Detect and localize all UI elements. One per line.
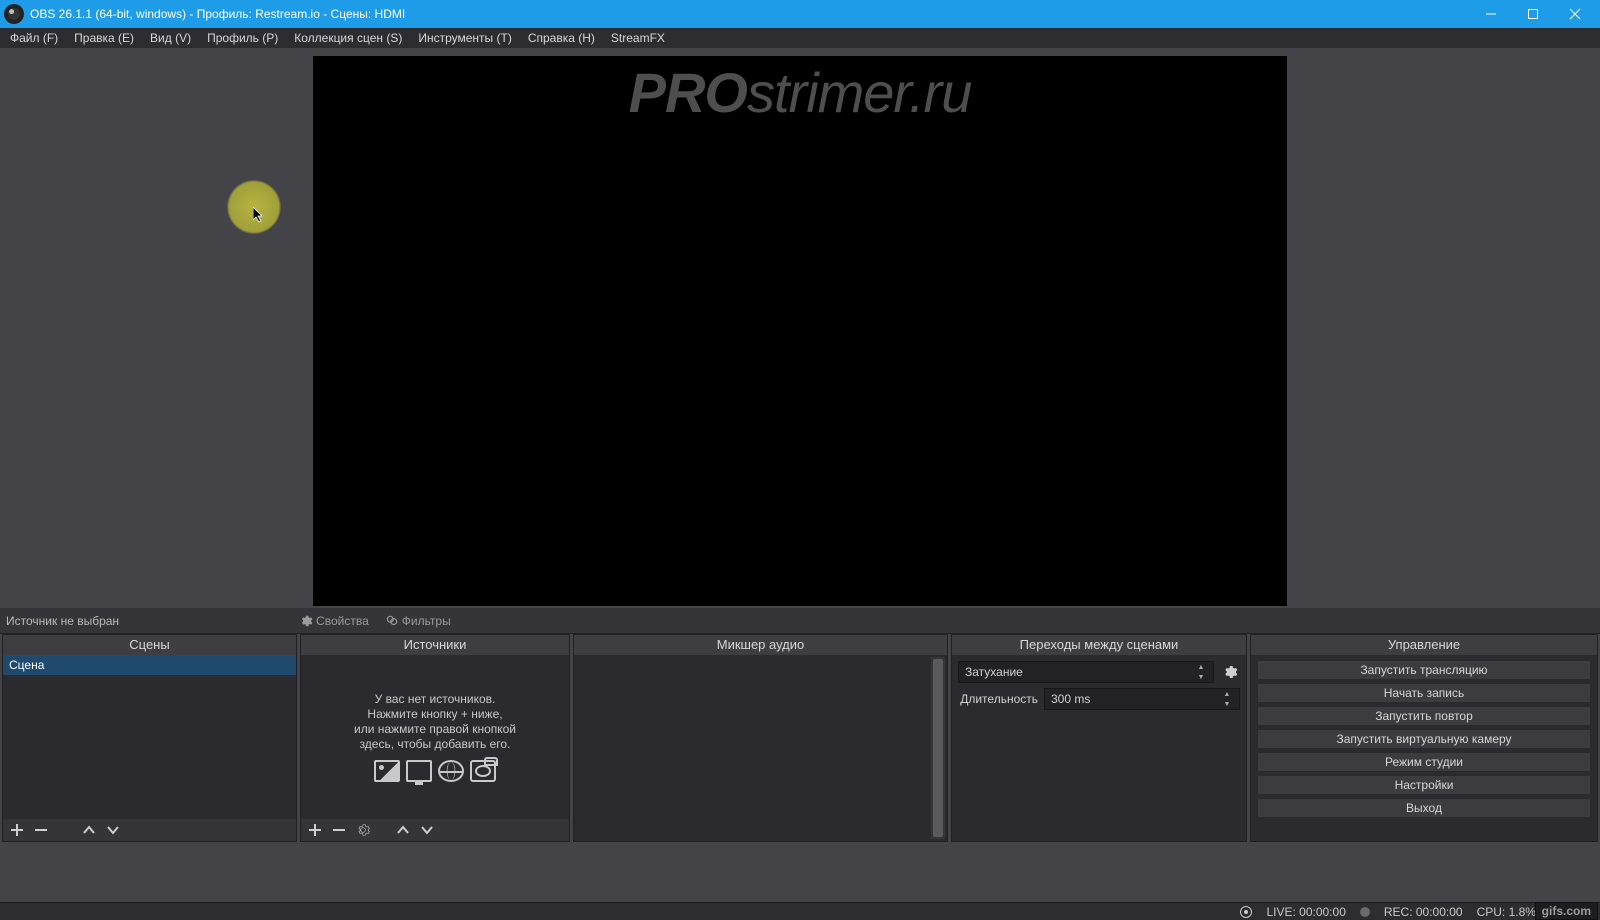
dock-mixer: Микшер аудио (573, 634, 948, 842)
start-stream-button[interactable]: Запустить трансляцию (1257, 660, 1591, 680)
live-indicator-icon (1240, 906, 1252, 918)
chevron-down-icon: ▲▼ (1195, 662, 1207, 682)
scene-down-button[interactable] (105, 822, 121, 838)
cursor-icon (253, 207, 265, 223)
exit-button[interactable]: Выход (1257, 798, 1591, 818)
dock-mixer-header[interactable]: Микшер аудио (574, 635, 947, 655)
sources-empty-icons (374, 760, 496, 782)
image-icon (374, 760, 400, 782)
mixer-body[interactable] (574, 655, 947, 841)
properties-button[interactable]: Свойства (293, 612, 375, 630)
sources-empty-message: У вас нет источников. Нажмите кнопку + н… (301, 655, 569, 819)
dock-controls: Управление Запустить трансляцию Начать з… (1250, 634, 1598, 842)
start-replay-button[interactable]: Запустить повтор (1257, 706, 1591, 726)
menu-streamfx[interactable]: StreamFX (603, 28, 673, 48)
maximize-button[interactable] (1512, 0, 1554, 28)
menu-view[interactable]: Вид (V) (142, 28, 199, 48)
dock-sources-header[interactable]: Источники (301, 635, 569, 655)
scenes-list[interactable]: Сцена (3, 655, 296, 819)
source-remove-button[interactable] (331, 822, 347, 838)
dock-scenes-header[interactable]: Сцены (3, 635, 296, 655)
start-record-button[interactable]: Начать запись (1257, 683, 1591, 703)
dock-scenes: Сцены Сцена (2, 634, 297, 842)
menubar: Файл (F) Правка (E) Вид (V) Профиль (P) … (0, 28, 1600, 48)
source-toolbar: Источник не выбран Свойства Фильтры (0, 608, 1600, 634)
camera-icon (470, 760, 496, 782)
menu-scenes[interactable]: Коллекция сцен (S) (286, 28, 410, 48)
transition-duration-label: Длительность (958, 692, 1038, 706)
spinner-icon[interactable]: ▲▼ (1221, 689, 1233, 709)
preview-canvas[interactable]: PROstrimer.ru (313, 56, 1287, 606)
status-bar: LIVE: 00:00:00 REC: 00:00:00 CPU: 1.8%, … (0, 902, 1600, 920)
mixer-scrollbar[interactable] (931, 657, 945, 839)
dock-controls-header[interactable]: Управление (1251, 635, 1597, 655)
start-virtualcam-button[interactable]: Запустить виртуальную камеру (1257, 729, 1591, 749)
transition-select[interactable]: Затухание ▲▼ (958, 661, 1214, 683)
transition-duration-input[interactable]: 300 ms ▲▼ (1044, 688, 1240, 710)
scene-add-button[interactable] (9, 822, 25, 838)
menu-profile[interactable]: Профиль (P) (199, 28, 286, 48)
minimize-button[interactable] (1470, 0, 1512, 28)
sources-footer (301, 819, 569, 841)
app-icon (4, 4, 24, 24)
scene-remove-button[interactable] (33, 822, 49, 838)
gifs-watermark: gifs.com (1535, 902, 1598, 920)
menu-edit[interactable]: Правка (E) (66, 28, 142, 48)
settings-button[interactable]: Настройки (1257, 775, 1591, 795)
transitions-body: Затухание ▲▼ Длительность 300 ms ▲▼ (952, 655, 1246, 841)
scenes-footer (3, 819, 296, 841)
studio-mode-button[interactable]: Режим студии (1257, 752, 1591, 772)
window-title: OBS 26.1.1 (64-bit, windows) - Профиль: … (30, 7, 1470, 21)
preview-watermark: PROstrimer.ru (313, 60, 1287, 125)
menu-tools[interactable]: Инструменты (T) (410, 28, 519, 48)
filters-button[interactable]: Фильтры (379, 612, 457, 630)
sources-list[interactable]: У вас нет источников. Нажмите кнопку + н… (301, 655, 569, 819)
status-rec: REC: 00:00:00 (1384, 905, 1463, 919)
titlebar: OBS 26.1.1 (64-bit, windows) - Профиль: … (0, 0, 1600, 28)
preview-area: PROstrimer.ru (0, 48, 1600, 608)
menu-file[interactable]: Файл (F) (2, 28, 66, 48)
scene-up-button[interactable] (81, 822, 97, 838)
close-button[interactable] (1554, 0, 1596, 28)
rec-indicator-icon (1360, 907, 1370, 917)
cursor-highlight (227, 180, 281, 234)
source-down-button[interactable] (419, 822, 435, 838)
menu-help[interactable]: Справка (H) (520, 28, 603, 48)
source-up-button[interactable] (395, 822, 411, 838)
dock-transitions-header[interactable]: Переходы между сценами (952, 635, 1246, 655)
controls-body: Запустить трансляцию Начать запись Запус… (1251, 655, 1597, 841)
docks-row: Сцены Сцена Источники У вас нет источник… (0, 634, 1600, 844)
dock-sources: Источники У вас нет источников. Нажмите … (300, 634, 570, 842)
source-settings-button[interactable] (355, 822, 371, 838)
source-toolbar-label: Источник не выбран (6, 614, 119, 628)
status-live: LIVE: 00:00:00 (1266, 905, 1345, 919)
scene-item[interactable]: Сцена (3, 655, 296, 675)
monitor-icon (406, 760, 432, 782)
transition-settings-button[interactable] (1220, 662, 1240, 682)
dock-transitions: Переходы между сценами Затухание ▲▼ Длит… (951, 634, 1247, 842)
globe-icon (438, 760, 464, 782)
source-add-button[interactable] (307, 822, 323, 838)
